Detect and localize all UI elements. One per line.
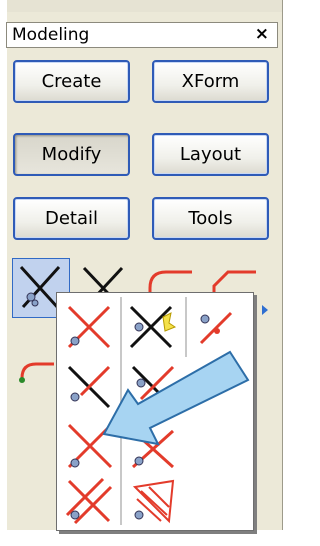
trim-icon: [67, 305, 111, 349]
layout-button[interactable]: Layout: [152, 133, 269, 176]
flyout-item-trim-multiple[interactable]: [123, 297, 183, 355]
flyout-item-trim[interactable]: [59, 297, 119, 355]
panel-titlebar: Modeling ×: [6, 22, 278, 48]
tools-button[interactable]: Tools: [152, 197, 269, 240]
trim-flyout-menu: [56, 292, 254, 531]
modify-button[interactable]: Modify: [13, 133, 130, 176]
flyout-item-extend[interactable]: [187, 297, 247, 355]
flyout-item-trim-corner[interactable]: [123, 357, 183, 415]
trim-quick-icon: [131, 429, 175, 469]
flyout-item-trim-extend[interactable]: [59, 357, 119, 415]
flyout-item-trim-intersect[interactable]: [59, 417, 119, 475]
fillet-icon: [19, 362, 54, 383]
create-button[interactable]: Create: [13, 60, 130, 103]
trim-multiple-icon: [129, 305, 177, 349]
panel-top-edge: [7, 0, 282, 12]
fillet-small-tool-button[interactable]: [14, 350, 58, 394]
flyout-item-hatch-trim[interactable]: [123, 471, 183, 529]
trim-corner-icon: [131, 365, 175, 401]
xform-button[interactable]: XForm: [152, 60, 269, 103]
trim-intersect-icon: [67, 423, 113, 469]
flyout-item-trim-quick[interactable]: [123, 417, 183, 475]
offset-trim-icon: [65, 477, 113, 525]
flyout-arrow-icon[interactable]: [262, 305, 268, 315]
flyout-separator: [120, 297, 122, 525]
hatch-trim-icon: [132, 479, 175, 524]
panel-title: Modeling: [12, 25, 90, 45]
flyout-item-offset-trim[interactable]: [59, 471, 119, 529]
detail-button[interactable]: Detail: [13, 197, 130, 240]
trim-extend-icon: [67, 365, 111, 409]
close-icon[interactable]: ×: [255, 24, 269, 44]
extend-icon: [199, 311, 233, 345]
